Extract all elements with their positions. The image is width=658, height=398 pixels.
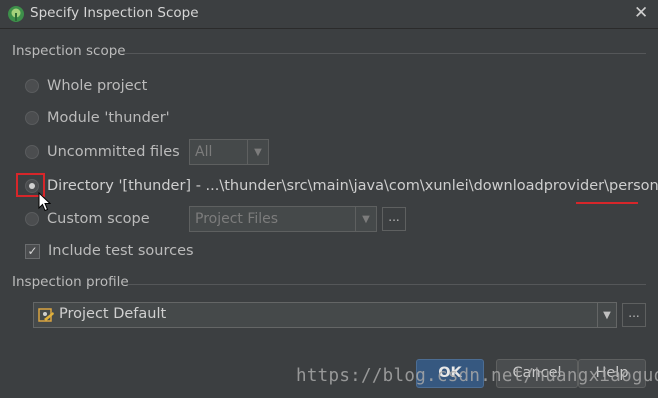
profile-section-label: Inspection profile — [12, 274, 129, 290]
uncommitted-files-combo[interactable]: All ▼ — [189, 139, 269, 165]
radio-button[interactable] — [25, 145, 39, 159]
scope-separator — [124, 53, 646, 54]
watermark: https://blog.csdn.net/huangxiaoguo1 — [296, 366, 658, 386]
scope-option-uncommitted[interactable]: Uncommitted files — [25, 141, 180, 163]
chevron-down-icon[interactable]: ▼ — [355, 207, 376, 231]
scope-option-custom[interactable]: Custom scope — [25, 208, 150, 230]
scope-option-label: Custom scope — [47, 211, 150, 227]
profile-more-button[interactable]: ... — [622, 303, 646, 327]
custom-scope-combo[interactable]: Project Files ▼ — [189, 206, 377, 232]
combo-value: All — [195, 144, 213, 160]
radio-button[interactable] — [25, 212, 39, 226]
profile-settings-icon — [38, 308, 54, 322]
scope-section-label: Inspection scope — [12, 43, 126, 59]
chevron-down-icon[interactable]: ▼ — [597, 303, 616, 327]
underline-annotation — [576, 202, 638, 204]
radio-button[interactable] — [25, 79, 39, 93]
scope-option-label: Whole project — [47, 78, 148, 94]
profile-separator — [128, 284, 646, 285]
profile-value: Project Default — [59, 306, 167, 322]
scope-option-directory[interactable]: Directory '[thunder] - ...\thunder\src\m… — [25, 175, 658, 197]
inspection-profile-combo[interactable]: Project Default ▼ — [33, 302, 617, 328]
scope-option-whole-project[interactable]: Whole project — [25, 75, 147, 97]
chevron-down-icon[interactable]: ▼ — [247, 140, 268, 164]
scope-option-label: Directory '[thunder] - ...\thunder\src\m… — [47, 178, 658, 194]
scope-option-label: Module 'thunder' — [47, 110, 170, 126]
include-test-sources-row[interactable]: ✓ Include test sources — [25, 240, 194, 262]
scope-option-module[interactable]: Module 'thunder' — [25, 107, 170, 129]
radio-button[interactable] — [25, 111, 39, 125]
include-test-sources-label: Include test sources — [48, 243, 194, 259]
android-studio-icon — [8, 6, 24, 22]
custom-scope-more-button[interactable]: ... — [382, 207, 406, 231]
include-test-sources-checkbox[interactable]: ✓ — [25, 243, 40, 259]
window-title: Specify Inspection Scope — [30, 5, 199, 21]
scope-option-label: Uncommitted files — [47, 144, 180, 160]
title-bar: Specify Inspection Scope ✕ — [0, 0, 658, 29]
close-icon[interactable]: ✕ — [634, 3, 648, 23]
combo-value: Project Files — [195, 211, 279, 227]
